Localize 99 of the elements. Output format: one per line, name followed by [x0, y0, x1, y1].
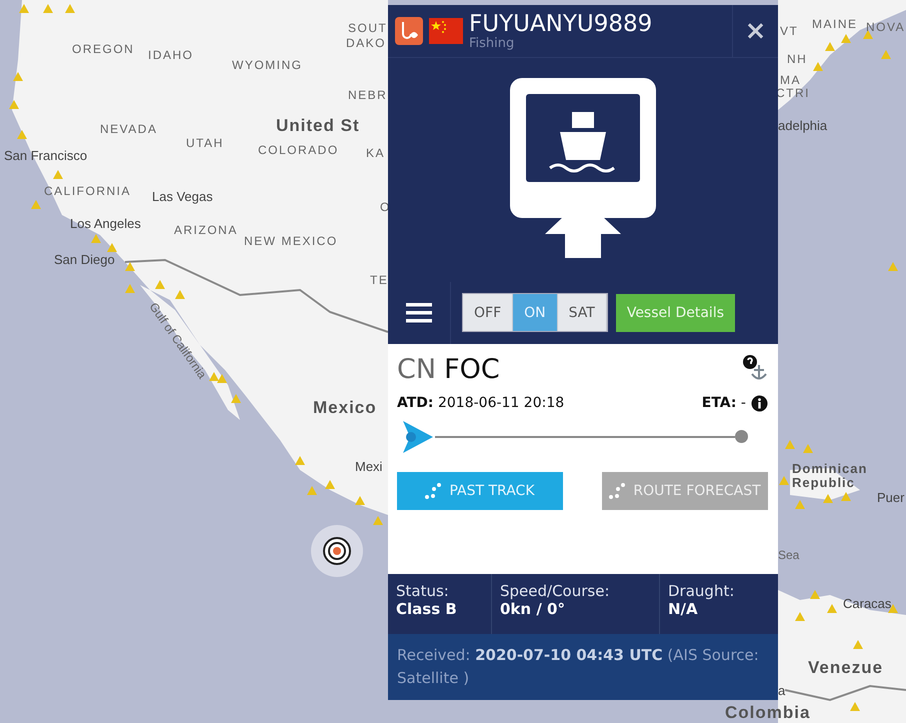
vessel-marker-icon[interactable]	[65, 4, 75, 13]
vessel-marker-icon[interactable]	[803, 444, 813, 453]
route-dots-icon	[609, 482, 626, 499]
map-label: Caracas	[843, 596, 892, 611]
vessel-marker-icon[interactable]	[795, 500, 805, 509]
vessel-type: Fishing	[469, 36, 516, 50]
vessel-marker-icon[interactable]	[325, 480, 335, 489]
map-label: WYOMING	[232, 58, 302, 72]
vessel-marker-icon[interactable]	[355, 496, 365, 505]
vessel-marker-icon[interactable]	[863, 30, 873, 39]
map-label: DAKO	[346, 36, 386, 50]
vessel-marker-icon[interactable]	[841, 34, 851, 43]
vessel-marker-icon[interactable]	[881, 50, 891, 59]
map-label: COLORADO	[258, 143, 339, 157]
vessel-marker-icon[interactable]	[209, 372, 219, 381]
vessel-marker-icon[interactable]	[9, 100, 19, 109]
vessel-marker-icon[interactable]	[17, 130, 27, 139]
map-label: KA	[366, 146, 386, 160]
map-label: San Francisco	[4, 148, 88, 163]
fishing-hook-icon	[395, 17, 423, 45]
vessel-marker-icon[interactable]	[19, 4, 29, 13]
menu-icon	[406, 302, 432, 323]
map-label: MAINE	[812, 17, 858, 31]
stat-value: N/A	[668, 600, 699, 618]
vessel-marker-icon[interactable]	[91, 234, 101, 243]
vessel-details-button[interactable]: Vessel Details	[616, 294, 736, 332]
map-mode-toggle[interactable]: ON	[513, 294, 558, 332]
vessel-marker-icon[interactable]	[125, 284, 135, 293]
map-label: IDAHO	[148, 48, 194, 62]
vessel-marker-icon[interactable]	[53, 170, 63, 179]
vessel-marker-icon[interactable]	[813, 62, 823, 71]
map-label: adelphia	[778, 118, 828, 133]
atd-text: ATD: 2018-06-11 20:18	[397, 395, 564, 412]
close-button[interactable]: ×	[740, 18, 770, 44]
vessel-marker-icon[interactable]	[31, 200, 41, 209]
vessel-marker-icon[interactable]	[841, 492, 851, 501]
vessel-marker-icon[interactable]	[175, 290, 185, 299]
route-dots-icon	[425, 482, 442, 499]
map-label: OREGON	[72, 42, 134, 56]
info-icon[interactable]	[751, 394, 768, 412]
map-label: UTAH	[186, 136, 224, 150]
map-label: SOUT	[348, 21, 388, 35]
eta-text: ETA: -	[702, 395, 746, 412]
vessel-marker-icon[interactable]	[307, 486, 317, 495]
vessel-marker-icon[interactable]	[779, 476, 789, 485]
vessel-marker-icon[interactable]	[785, 440, 795, 449]
vessel-marker-icon[interactable]	[125, 262, 135, 271]
map-label: NEW MEXICO	[244, 234, 338, 248]
map-label: Mexi	[355, 459, 382, 474]
target-marker-icon	[311, 525, 363, 577]
vessel-marker-icon[interactable]	[827, 604, 837, 613]
help-anchor-icon[interactable]	[742, 354, 768, 382]
map-label: VT	[780, 24, 798, 38]
stat-label: Status:	[396, 582, 450, 600]
map-label: a	[778, 683, 786, 698]
vessel-name: FUYUANYU9889	[469, 12, 654, 36]
stat-value: 0kn / 0°	[500, 600, 566, 618]
vessel-marker-icon[interactable]	[43, 4, 53, 13]
vessel-marker-icon[interactable]	[850, 702, 860, 711]
stat-label: Speed/Course:	[500, 582, 610, 600]
map-label: San Diego	[54, 252, 115, 267]
vessel-marker-icon[interactable]	[825, 42, 835, 51]
map-label: MA	[780, 73, 801, 87]
map-label: CALIFORNIA	[44, 184, 132, 198]
vessel-marker-icon[interactable]	[295, 456, 305, 465]
map-label: NH	[787, 52, 808, 66]
stat-value: Class B	[396, 600, 458, 618]
map-label: Dominican Republic	[792, 462, 868, 491]
vessel-marker-icon[interactable]	[823, 494, 833, 503]
vessel-marker-icon[interactable]	[155, 280, 165, 289]
vessel-marker-icon[interactable]	[231, 394, 241, 403]
vessel-marker-icon[interactable]	[217, 374, 227, 383]
map-label: Puer	[877, 490, 904, 505]
stat-label: Draught:	[668, 582, 736, 600]
country-code: CN	[397, 354, 436, 385]
vessel-marker-icon[interactable]	[795, 612, 805, 621]
map-mode-toggle[interactable]: SAT	[558, 294, 607, 332]
vessel-marker-icon[interactable]	[810, 590, 820, 599]
vessel-marker-icon[interactable]	[888, 262, 898, 271]
flag-icon	[429, 18, 463, 44]
map-mode-toggle[interactable]: OFF	[463, 294, 514, 332]
map-label: ARIZONA	[174, 223, 238, 237]
map-label: NOVA	[866, 20, 906, 34]
map-label: NEVADA	[100, 122, 158, 136]
map-label: TE	[370, 273, 388, 287]
map-label: Mexico	[313, 398, 377, 418]
vessel-marker-icon[interactable]	[13, 72, 23, 81]
vessel-marker-icon[interactable]	[853, 640, 863, 649]
map-label: Los Angeles	[70, 216, 141, 231]
map-label: United St	[276, 116, 360, 136]
port-code: FOC	[444, 354, 500, 385]
map-label: Sea	[778, 548, 800, 562]
map-label: Colombia	[725, 703, 810, 723]
received-text: Received: 2020-07-10 04:43 UTC (AIS Source: Satellite )	[397, 646, 759, 687]
track-button[interactable]: PAST TRACK	[397, 472, 563, 510]
map-label: Las Vegas	[152, 189, 213, 204]
map-label: Venezue	[808, 658, 884, 678]
map-label: NEBR	[348, 88, 388, 102]
vessel-marker-icon[interactable]	[107, 243, 117, 252]
